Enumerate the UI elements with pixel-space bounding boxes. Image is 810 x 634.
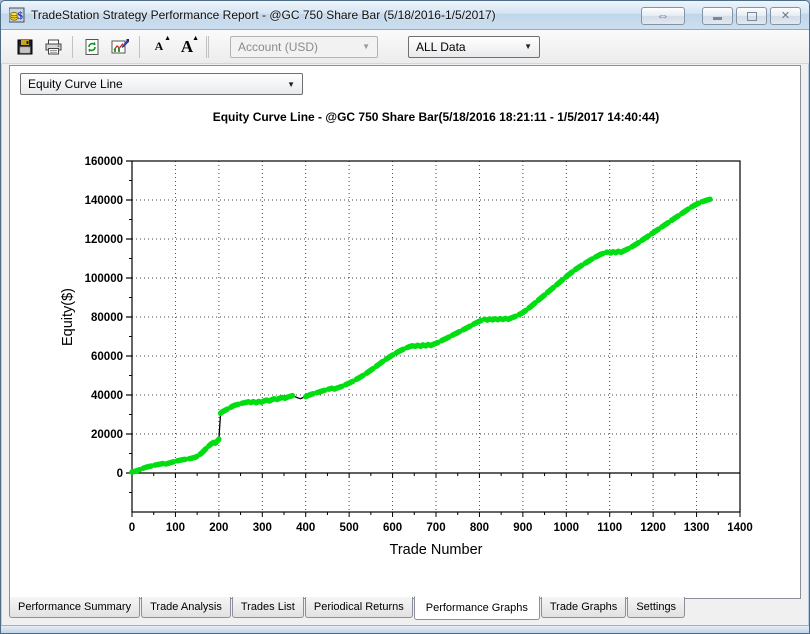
account-combobox-value: Account (USD) [238,39,319,54]
toolbar: A ▲ A ▲ Account (USD) ▼ ALL Data ▼ [1,30,809,64]
app-window: $ TradeStation Strategy Performance Repo… [0,0,810,634]
svg-text:0: 0 [117,468,123,480]
refresh-icon [85,38,99,55]
svg-text:Trade Number: Trade Number [390,542,483,558]
save-icon [17,39,33,54]
svg-text:100: 100 [166,522,185,534]
svg-text:1300: 1300 [684,522,710,534]
tab-performance-summary[interactable]: Performance Summary [9,597,141,618]
restore-icon [746,12,757,21]
svg-text:200: 200 [209,522,228,534]
equity-curve-chart: 0 20000 40000 60000 80000 100000 120000 140000 1… [60,110,753,558]
svg-text:160000: 160000 [85,156,123,168]
font-increase-button[interactable]: A ▲ [173,33,201,61]
svg-text:80000: 80000 [91,312,123,324]
svg-text:500: 500 [340,522,359,534]
svg-text:900: 900 [513,522,532,534]
svg-text:60000: 60000 [91,351,123,363]
svg-text:1200: 1200 [640,522,666,534]
print-button[interactable] [39,33,67,61]
report-tabs: Performance Summary Trade Analysis Trade… [9,596,801,624]
tab-trade-analysis[interactable]: Trade Analysis [141,597,231,618]
svg-text:600: 600 [383,522,402,534]
chevron-down-icon: ▼ [287,79,295,89]
data-range-combobox-value: ALL Data [416,39,466,54]
caret-up-icon: ▲ [164,33,171,42]
svg-text:1000: 1000 [553,522,579,534]
minimize-button[interactable] [702,7,733,25]
tab-trades-list[interactable]: Trades List [231,597,304,618]
svg-text:20000: 20000 [91,429,123,441]
close-button[interactable]: ✕ [770,7,801,25]
close-icon: ✕ [780,10,791,22]
format-report-button[interactable] [106,33,134,61]
restore-button[interactable] [736,7,767,25]
save-button[interactable] [11,33,39,61]
graph-type-combobox-value: Equity Curve Line [28,77,123,91]
title-bar: $ TradeStation Strategy Performance Repo… [1,1,809,30]
svg-text:Equity Curve Line - @GC 750 Sh: Equity Curve Line - @GC 750 Share Bar(5/… [213,110,660,124]
graph-type-combobox[interactable]: Equity Curve Line ▼ [20,73,303,95]
svg-text:700: 700 [426,522,445,534]
svg-text:40000: 40000 [91,390,123,402]
tab-settings[interactable]: Settings [627,597,686,618]
chevron-down-icon: ▼ [362,42,370,51]
tab-performance-graphs[interactable]: Performance Graphs [413,596,540,620]
svg-text:$: $ [17,10,23,22]
svg-text:300: 300 [253,522,272,534]
svg-text:140000: 140000 [85,195,123,207]
toolbar-separator [208,35,209,58]
svg-text:1400: 1400 [727,522,753,534]
resize-horizontal-button[interactable]: ⇔ [641,7,685,25]
chevron-down-icon: ▼ [524,42,532,51]
window-title: TradeStation Strategy Performance Report… [31,8,496,22]
refresh-button[interactable] [78,33,106,61]
format-report-icon [111,38,130,53]
toolbar-separator [72,35,73,58]
data-range-combobox[interactable]: ALL Data ▼ [408,35,540,58]
report-panel: 0 20000 40000 60000 80000 100000 120000 140000 1… [9,65,801,599]
svg-text:400: 400 [296,522,315,534]
svg-text:100000: 100000 [85,273,123,285]
svg-text:Equity($): Equity($) [60,288,76,346]
font-decrease-button[interactable]: A ▲ [145,33,173,61]
svg-text:1100: 1100 [597,522,622,534]
app-icon: $ [9,7,25,23]
svg-text:0: 0 [129,522,135,534]
svg-text:120000: 120000 [85,234,123,246]
toolbar-separator [206,35,207,58]
tab-periodical-returns[interactable]: Periodical Returns [304,597,413,618]
window-bottom-border [1,625,809,633]
resize-horizontal-icon: ⇔ [656,8,670,23]
caret-up-icon: ▲ [192,33,199,42]
tab-trade-graphs[interactable]: Trade Graphs [540,597,627,618]
print-icon [45,39,61,54]
minimize-icon [713,17,722,20]
toolbar-separator [139,35,140,58]
account-combobox[interactable]: Account (USD) ▼ [230,35,378,58]
svg-text:800: 800 [470,522,489,534]
